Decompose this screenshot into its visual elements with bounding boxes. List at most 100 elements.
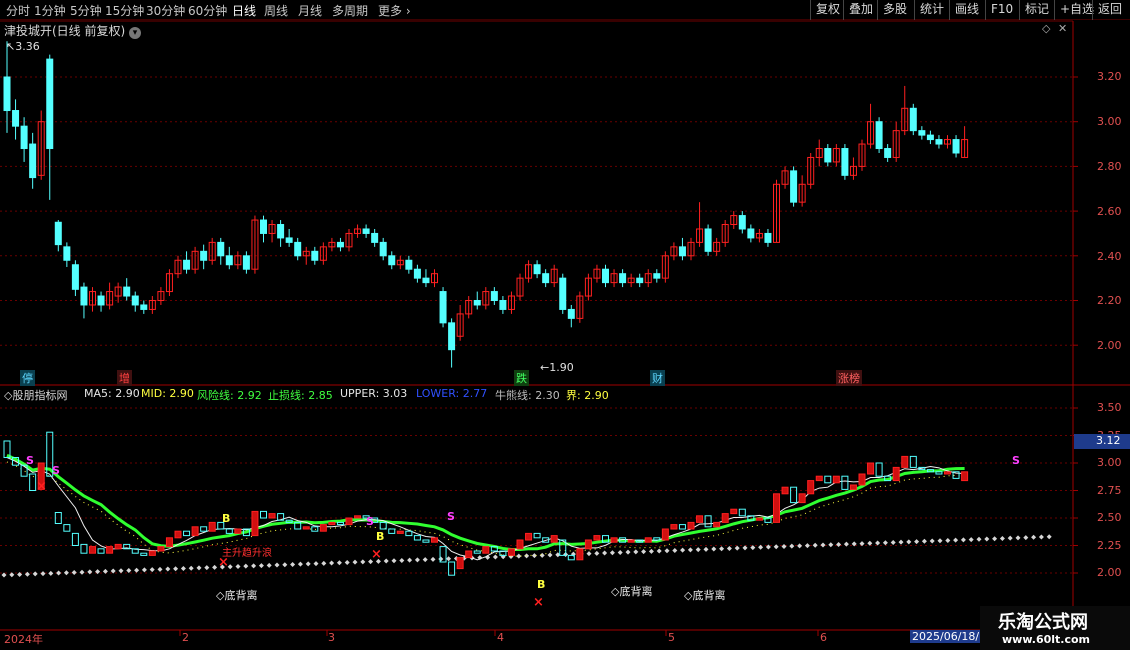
candle-down (841, 148, 849, 176)
bull-bear-marker (804, 543, 810, 549)
indicator-mid: MID: 2.90 (141, 387, 194, 400)
current-value-badge: 3.12 (1074, 434, 1130, 449)
bull-bear-marker (212, 564, 218, 570)
stock-chart-canvas[interactable]: SSS SSBBB×××× (0, 0, 1130, 650)
indicator-candle-down (311, 526, 319, 532)
bull-bear-marker (906, 539, 912, 545)
indicator-candle-down (678, 524, 686, 530)
bull-bear-marker (438, 556, 444, 562)
y-tick: 2.80 (1097, 160, 1122, 173)
indicator-candle-up (721, 513, 729, 523)
watermark-url: www.60lt.com (1002, 633, 1091, 646)
indicator-candle-up (208, 521, 216, 532)
sell-signal: S (52, 464, 60, 477)
indicator-candle-up (114, 543, 122, 550)
bull-bear-marker (976, 536, 982, 542)
candle-down (277, 224, 285, 239)
indicator-candle-up (268, 513, 276, 519)
indicator-candle-up (354, 515, 362, 519)
bull-bear-marker (882, 540, 888, 546)
bull-bear-marker (781, 543, 787, 549)
candle-down (704, 228, 712, 252)
sell-signal: S (447, 510, 455, 523)
bull-bear-marker (360, 559, 366, 565)
indicator-candle-down (909, 455, 917, 468)
y-tick: 2.25 (1097, 539, 1122, 552)
bull-bear-marker (695, 547, 701, 553)
candle-down (200, 250, 208, 261)
bull-bear-marker (188, 565, 194, 571)
bull-bear-marker (687, 547, 693, 553)
candle-down (824, 148, 832, 163)
x-tick: 4 (497, 631, 504, 644)
event-tag-finance[interactable]: 财 (650, 370, 665, 386)
indicator-candle-down (63, 524, 71, 532)
event-tag-gain-list[interactable]: 涨榜 (836, 370, 862, 386)
indicator-risk-line: 风险线: 2.92 (197, 389, 262, 402)
indicator-candle-up (661, 528, 669, 541)
candle-down (123, 286, 131, 297)
y-tick: 3.00 (1097, 115, 1122, 128)
bull-bear-marker (71, 569, 77, 575)
candle-down (918, 130, 926, 136)
indicator-stop-line: 止损线: 2.85 (268, 389, 333, 402)
bull-bear-marker (984, 536, 990, 542)
indicator-candle-down (738, 508, 746, 517)
cross-signal: × (36, 479, 47, 494)
bull-bear-marker (711, 546, 717, 552)
event-tag-suspend[interactable]: 停 (20, 370, 35, 386)
bull-bear-marker (820, 542, 826, 548)
candle-down (533, 264, 541, 275)
candle-down (678, 246, 686, 257)
indicator-candle-down (824, 475, 832, 484)
indicator-candle-up (901, 455, 909, 468)
candle-down (20, 125, 28, 150)
indicator-candle-up (858, 473, 866, 486)
bull-bear-marker (633, 549, 639, 555)
indicator-candle-up (670, 524, 678, 530)
candle-down (242, 255, 250, 270)
indicator-candle-down (336, 521, 344, 526)
y-tick: 3.00 (1097, 456, 1122, 469)
candle-down (54, 221, 62, 246)
bull-bear-marker (446, 556, 452, 562)
candle-down (225, 255, 233, 266)
bull-bear-marker (773, 544, 779, 550)
bull-bear-marker (344, 559, 350, 565)
cross-signal: × (371, 547, 382, 562)
candle-down (63, 246, 71, 261)
indicator-name[interactable]: ◇股朋指标网 (4, 387, 67, 403)
candle-down (46, 58, 54, 150)
bull-bear-marker (703, 546, 709, 552)
bull-bear-marker (196, 565, 202, 571)
bull-bear-marker (719, 546, 725, 552)
indicator-candle-up (610, 537, 618, 543)
diamond-icon[interactable]: ◇ (1042, 22, 1050, 35)
event-tag-drop[interactable]: 跌 (514, 370, 529, 386)
close-icon[interactable]: ✕ (1058, 22, 1067, 35)
candle-down (473, 300, 481, 306)
x-tick: 5 (668, 631, 675, 644)
indicator-candle-down (29, 473, 37, 491)
bull-bear-marker (594, 550, 600, 556)
indicator-candle-up (815, 475, 823, 482)
event-tag-increase[interactable]: 增 (117, 370, 132, 386)
candle-down (884, 148, 892, 158)
indicator-candle-up (431, 537, 438, 543)
y-tick: 2.75 (1097, 484, 1122, 497)
chevron-down-icon[interactable]: ▾ (129, 27, 142, 39)
low-price-label: ←1.90 (540, 361, 574, 374)
bull-bear-marker (929, 538, 935, 544)
candle-down (379, 241, 387, 257)
indicator-candle-up (627, 539, 635, 543)
indicator-boundary: 界: 2.90 (566, 389, 609, 402)
bull-bear-marker (126, 567, 132, 573)
bull-bear-marker (758, 544, 764, 550)
bull-bear-marker (843, 541, 849, 547)
bull-bear-marker (313, 561, 319, 567)
y-tick: 3.50 (1097, 401, 1122, 414)
indicator-candle-up (550, 535, 558, 543)
indicator-candle-up (234, 528, 242, 534)
indicator-candle-up (781, 486, 789, 495)
candle-down (926, 134, 934, 141)
